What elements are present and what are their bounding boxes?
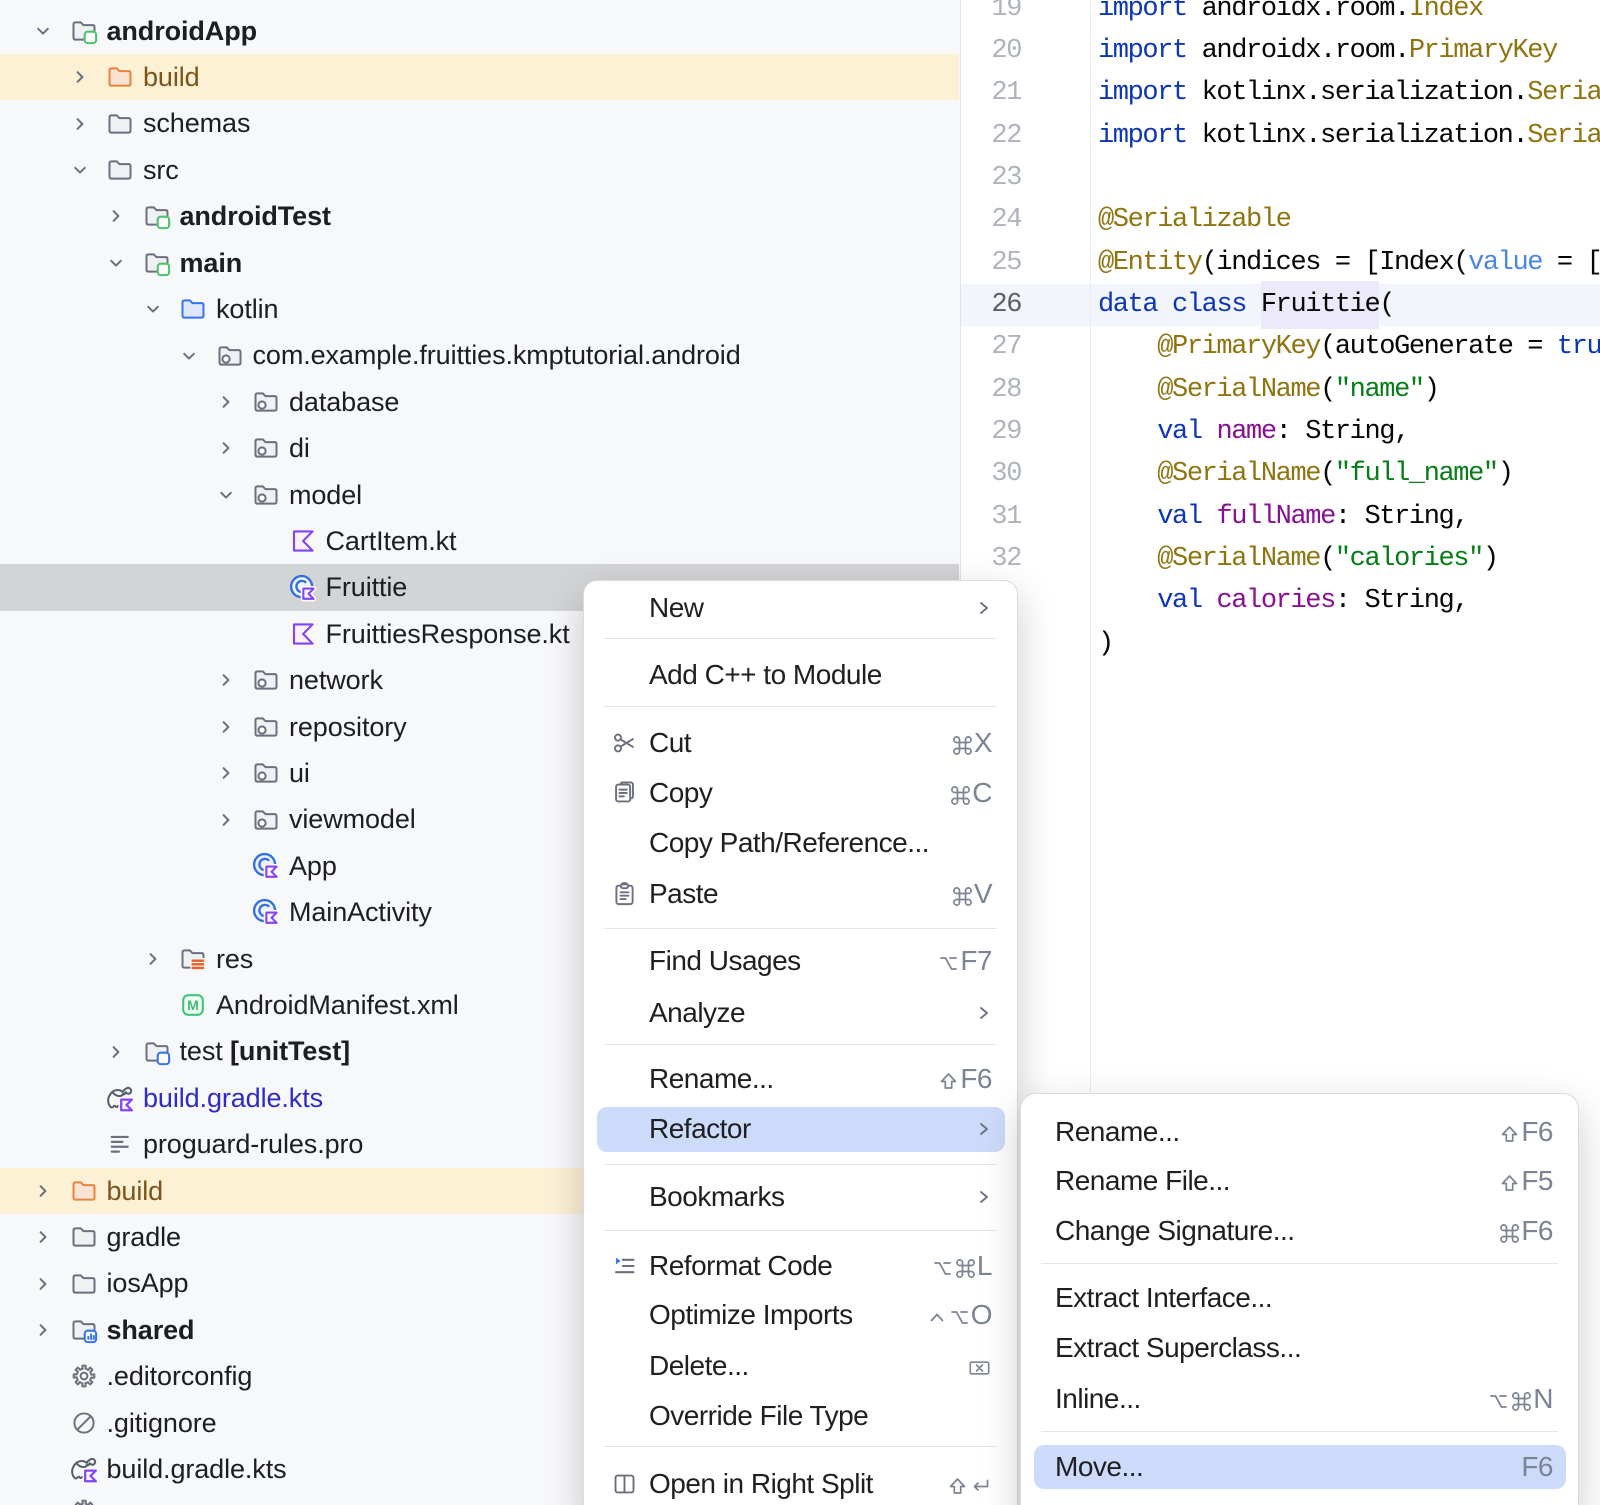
svg-text:M: M — [187, 997, 199, 1013]
